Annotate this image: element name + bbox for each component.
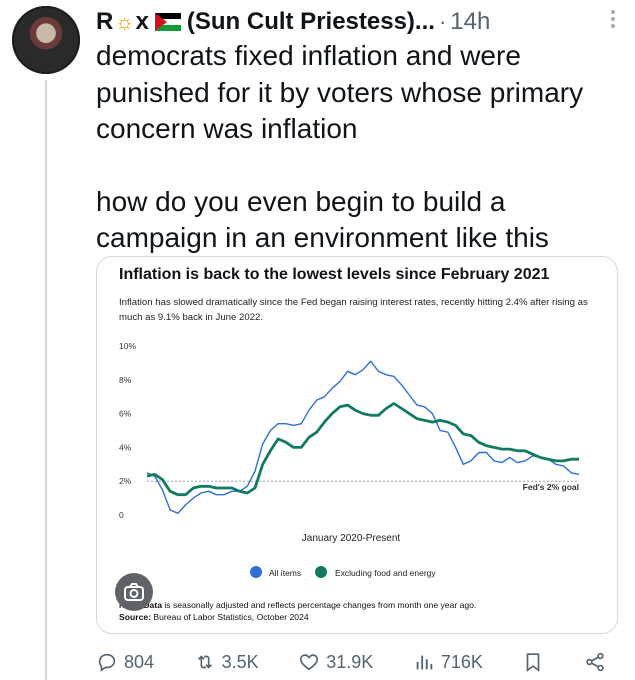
post-header: R ☼ x (Sun Cult Priestess)... · 14h xyxy=(96,6,615,38)
author-name-part-1[interactable]: R xyxy=(96,8,113,36)
like-button[interactable]: 31.9K xyxy=(298,651,373,673)
views-count: 716K xyxy=(440,651,483,672)
legend-marker-all-items xyxy=(250,566,262,578)
inflation-line-chart: 10% 8% 6% 4% 2% 0 Fed's 2% goal January 2020-… xyxy=(119,341,580,578)
repost-button[interactable]: 3.5K xyxy=(194,651,259,673)
legend-marker-core xyxy=(315,566,327,578)
reply-icon xyxy=(98,653,116,672)
bookmark-button[interactable] xyxy=(522,651,544,673)
repost-icon xyxy=(197,655,212,669)
reply-count: 804 xyxy=(124,651,155,672)
legend-label-core: Excluding food and energy xyxy=(335,568,436,578)
source-text: Bureau of Labor Statistics, October 2024 xyxy=(151,612,309,622)
fed-goal-label: Fed's 2% goal xyxy=(523,482,579,492)
reply-button[interactable]: 804 xyxy=(96,651,154,673)
share-icon xyxy=(586,652,604,672)
post-text: democrats fixed inflation and were punis… xyxy=(96,38,621,257)
y-tick-label: 6% xyxy=(119,409,132,419)
like-count: 31.9K xyxy=(326,651,374,672)
author-display-name[interactable]: (Sun Cult Priestess)... xyxy=(187,8,435,36)
legend: All items Excluding food and energy xyxy=(250,566,436,578)
more-icon[interactable] xyxy=(601,10,625,28)
post-time[interactable]: 14h xyxy=(450,8,490,36)
separator-dot: · xyxy=(438,9,447,34)
chart-note: Note: Data is seasonally adjusted and re… xyxy=(119,599,476,611)
avatar[interactable] xyxy=(12,6,80,74)
chart-source: Source: Bureau of Labor Statistics, Octo… xyxy=(119,612,309,622)
y-tick-label: 0 xyxy=(119,510,124,520)
note-text: is seasonally adjusted and reflects perc… xyxy=(161,600,477,610)
like-icon xyxy=(300,654,319,671)
series-line-all-items xyxy=(146,360,580,514)
views-button[interactable]: 716K xyxy=(413,651,483,673)
y-tick-label: 4% xyxy=(119,442,132,452)
post-actions: 804 3.5K 31.9K 716K xyxy=(96,648,606,676)
legend-label-all-items: All items xyxy=(269,568,301,578)
post-text-paragraph-2: how do you even begin to build a campaig… xyxy=(96,185,549,254)
camera-icon[interactable] xyxy=(115,573,153,611)
author-name-part-2[interactable]: x xyxy=(136,8,149,36)
y-axis-ticks: 10% 8% 6% 4% 2% 0 xyxy=(119,341,136,520)
post-text-paragraph-1: democrats fixed inflation and were punis… xyxy=(96,40,584,144)
y-tick-label: 10% xyxy=(119,341,136,351)
repost-count: 3.5K xyxy=(221,651,259,672)
chart-card[interactable]: Inflation is back to the lowest levels s… xyxy=(96,256,618,634)
y-tick-label: 2% xyxy=(119,476,132,486)
share-button[interactable] xyxy=(584,651,606,673)
views-icon xyxy=(416,655,433,670)
series-lines xyxy=(146,360,580,514)
bookmark-icon xyxy=(527,653,540,672)
thread-line xyxy=(45,80,47,680)
y-tick-label: 8% xyxy=(119,375,132,385)
sun-icon: ☼ xyxy=(114,9,135,34)
palestine-flag-icon xyxy=(154,13,181,31)
x-axis-label: January 2020-Present xyxy=(302,533,401,544)
source-label: Source: xyxy=(119,612,151,622)
